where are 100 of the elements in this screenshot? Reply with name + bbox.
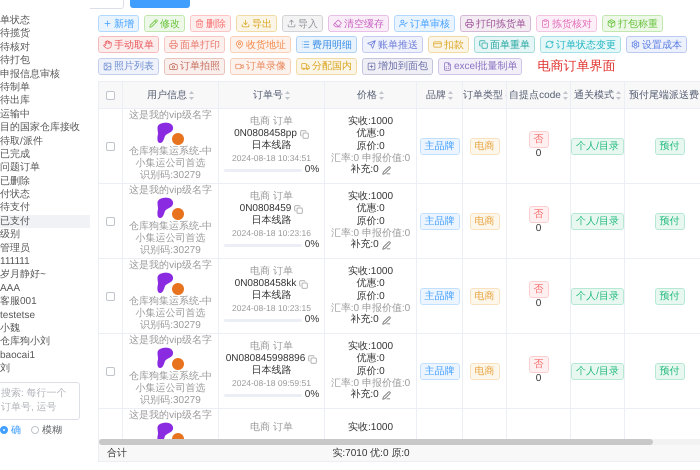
user-check-icon [399,19,408,28]
sidebar-item[interactable]: 已完成 [0,148,90,162]
pickup-code: 0 [536,298,542,311]
sidebar-item[interactable]: 待揽货 [0,27,90,41]
row-checkbox[interactable] [106,366,115,376]
top-button[interactable] [130,0,190,8]
sidebar-item[interactable]: 小魏 [0,322,90,336]
customs-tag: 个人/目录 [571,138,624,154]
company-name: 仓库狗集运系统-中小集运公司首选 [128,296,214,320]
avatar-drawing [156,272,186,296]
row-checkbox[interactable] [106,292,115,300]
printer-icon [465,19,474,28]
sidebar-item[interactable]: 111111 [0,255,90,268]
package-icon [607,19,616,28]
sidebar-item[interactable]: 目的国家仓库接收 [0,121,90,135]
sort-icon[interactable] [616,90,621,100]
order-number: 0N0808459 [240,202,292,214]
toolbar-button[interactable]: 账单推送 [362,36,423,53]
sidebar-item[interactable]: 待打包 [0,54,90,68]
column-header: 价格 [357,88,377,102]
brand-tag: 主品牌 [420,362,460,380]
toolbar-button[interactable]: excel批量制单 [438,58,522,74]
sort-icon[interactable] [379,90,384,100]
order-date: 2024-08-18 10:23:15 [232,302,311,314]
edit-icon[interactable] [382,240,391,250]
customs-tag: 个人/目录 [571,288,624,304]
sort-icon[interactable] [562,90,568,100]
radio-label[interactable]: 模糊 [42,422,62,437]
sidebar-item[interactable]: 仓库狗小刘 [0,335,90,349]
printer-icon [169,40,178,49]
order-label: 电商 订单 [250,266,293,278]
sidebar-item[interactable]: AAA [0,282,90,296]
edit-icon[interactable] [382,316,391,325]
order-label: 电商 订单 [250,340,293,353]
sidebar-item[interactable]: 管理员 [0,242,90,256]
order-number: 0N0808458pp [234,128,297,140]
sort-icon[interactable] [448,90,453,100]
edit-icon[interactable] [382,166,391,175]
sidebar-item[interactable]: baocai1 [0,348,90,362]
sidebar-item[interactable]: 已支付 [0,214,90,228]
column-header: 品牌 [426,89,446,102]
send-icon [367,40,376,49]
order-label: 电商 订单 [250,116,293,128]
sidebar-item[interactable]: 问题订单 [0,161,90,175]
eraser-icon [333,19,342,28]
toolbar-button[interactable]: 订单拍照 [164,58,225,74]
radio-button[interactable] [31,426,39,434]
sidebar-item[interactable]: 岁月静好~ [0,268,90,282]
brand-tag: 主品牌 [420,138,460,154]
rate-text: 汇率:0 申报价值:0 [330,378,410,389]
sidebar-item[interactable]: 付状态 [0,188,90,202]
rate-text: 汇率:0 申报价值:0 [330,228,410,239]
company-name: 仓库狗集运系统-中小集运公司首选 [128,221,214,245]
order-type-tag: 电商 [470,288,500,304]
row-checkbox[interactable] [106,142,115,150]
pickup-tag: 否 [528,206,548,224]
sort-icon[interactable] [285,90,290,100]
radio-button[interactable] [0,426,8,434]
sidebar-item[interactable]: 待支付 [0,201,90,215]
sort-icon[interactable] [189,90,194,100]
edit-icon[interactable] [382,390,391,400]
sidebar-item[interactable]: 运输中 [0,108,90,122]
camera-icon [169,62,178,70]
sidebar-item[interactable]: 客服001 [0,295,90,309]
user-id: 识别码:30279 [140,395,201,407]
sidebar-item[interactable]: 已删除 [0,174,90,188]
pickup-code: 0 [536,373,542,386]
column-header: 自提点code [509,88,561,102]
copy-icon[interactable] [299,280,308,288]
route-name: 日本线路 [252,140,292,153]
sidebar-item[interactable]: 待取/派件 [0,134,90,148]
toolbar-button[interactable]: 增加到面包 [362,58,433,74]
rate-text: 汇率:0 申报价值:0 [330,303,410,314]
sidebar-item[interactable]: 级别 [0,228,90,242]
sidebar-item[interactable]: 刘 [0,362,90,376]
price-discount: 优惠:0 [356,203,385,216]
progress-text: 0% [304,388,320,402]
user-id: 识别码:30279 [140,320,201,332]
search-field[interactable]: 搜索: 每行一个订单号, 运号 [0,382,80,420]
sidebar-item[interactable]: 待核对 [0,40,90,54]
row-checkbox[interactable] [106,216,115,226]
download-icon [241,19,250,28]
copy-icon[interactable] [300,130,309,138]
copy-icon[interactable] [308,354,318,364]
column-header: 用户信息 [147,88,187,102]
sidebar-item[interactable]: 申报信息审核 [0,68,90,81]
order-number: 0N0808458kk [234,278,296,290]
toolbar-button[interactable]: 设置成本 [626,36,687,53]
customs-tag: 个人/目录 [571,362,624,380]
toolbar-button[interactable]: 打印拣货单 [460,15,531,32]
sidebar-item[interactable]: 待制单 [0,80,90,94]
footer-label: 合计 [106,446,128,460]
sidebar-item[interactable]: 待出库 [0,94,90,108]
copy-icon[interactable] [294,204,304,214]
price-received: 实收:1000 [348,190,394,202]
select-all-checkbox[interactable] [106,90,115,100]
sidebar-item[interactable]: testetse [0,308,90,322]
sidebar-item[interactable]: 单状态 [0,14,90,28]
price-discount: 优惠:0 [356,278,385,290]
order-date: 2024-08-18 10:23:16 [232,228,311,239]
